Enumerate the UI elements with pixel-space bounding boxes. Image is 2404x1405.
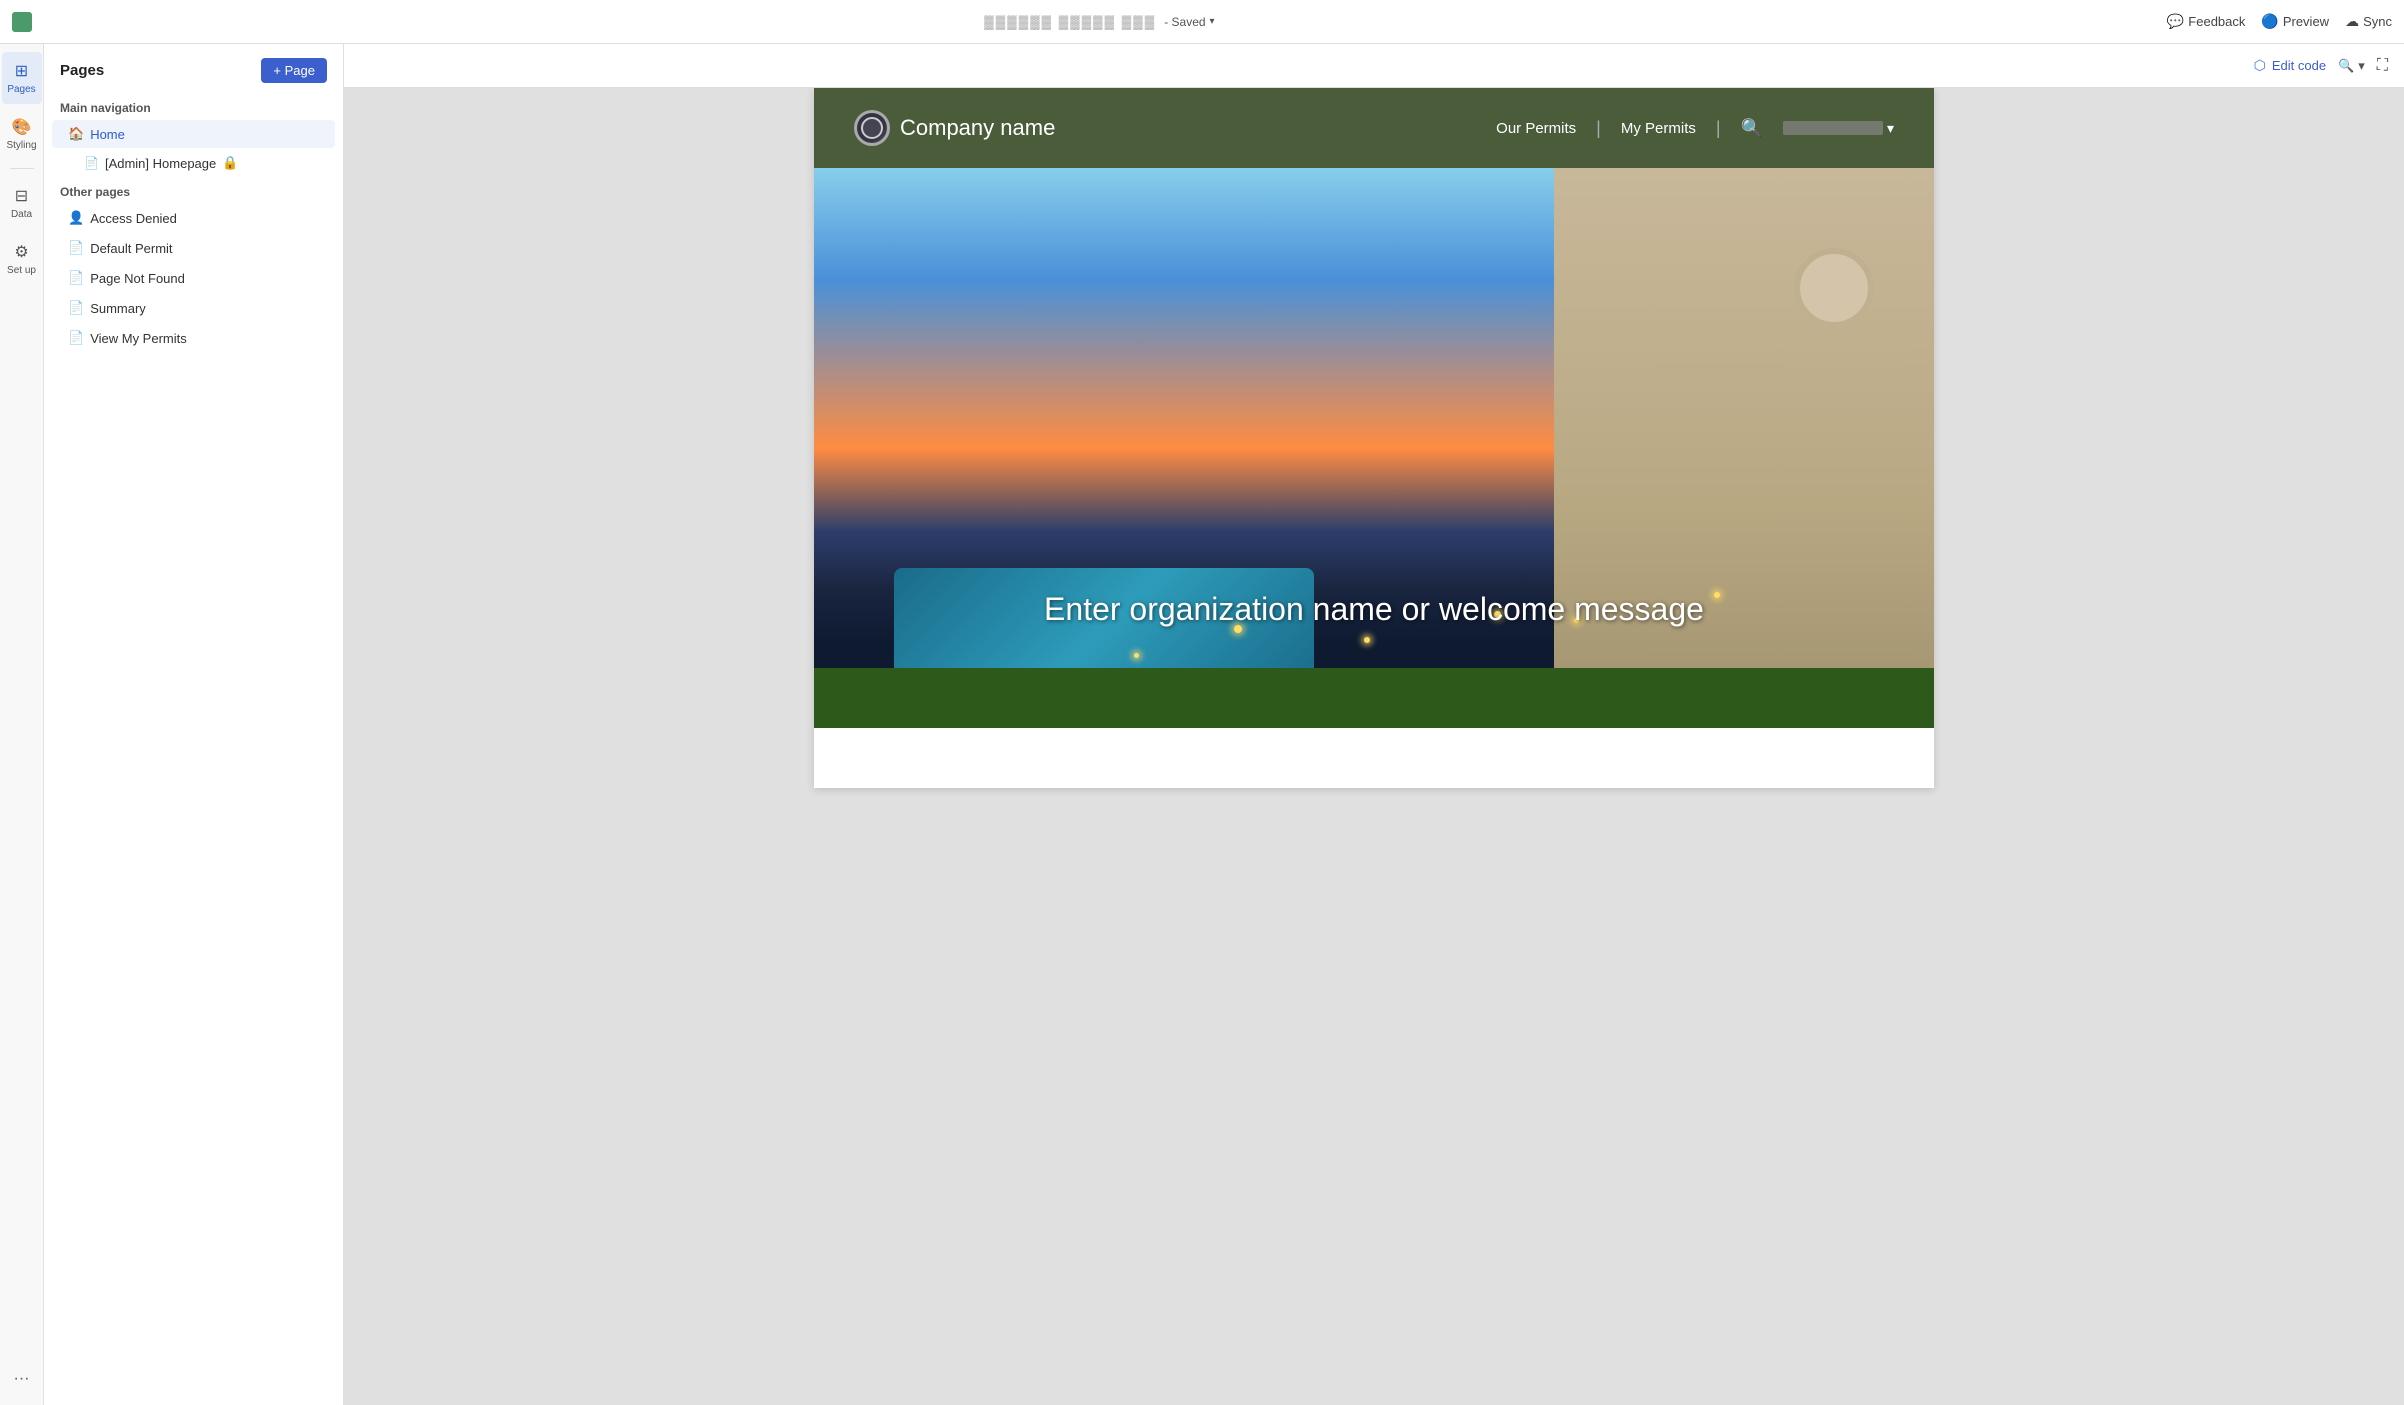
icon-rail: ⊞ Pages 🎨 Styling ⊟ Data ⚙ Set up ··· bbox=[0, 44, 44, 1405]
top-bar-center: ▓▓▓▓▓▓ ▓▓▓▓▓ ▓▓▓ - Saved ▾ bbox=[984, 14, 1214, 29]
default-permit-label: Default Permit bbox=[90, 241, 319, 256]
zoom-controls[interactable]: 🔍 ▾ bbox=[2338, 58, 2365, 74]
site-nav: Our Permits | My Permits | 🔍 ▾ bbox=[1075, 118, 1894, 139]
main-layout: ⊞ Pages 🎨 Styling ⊟ Data ⚙ Set up ··· Pa… bbox=[0, 44, 2404, 1405]
app-icon bbox=[12, 12, 32, 32]
sidebar-header: Pages + Page bbox=[44, 44, 343, 93]
sidebar-item-admin-homepage[interactable]: 📄 [Admin] Homepage 🔒 bbox=[52, 150, 335, 176]
sidebar-item-pages[interactable]: ⊞ Pages bbox=[2, 52, 42, 104]
setup-label: Set up bbox=[7, 265, 36, 276]
pages-icon: ⊞ bbox=[15, 61, 28, 81]
sidebar-item-setup[interactable]: ⚙ Set up bbox=[2, 233, 42, 285]
sidebar-title: Pages bbox=[60, 62, 104, 79]
title-blurred: ▓▓▓▓▓▓ ▓▓▓▓▓ ▓▓▓ bbox=[984, 14, 1156, 29]
sidebar: Pages + Page Main navigation 🏠 Home ··· … bbox=[44, 44, 344, 1405]
zoom-chevron-icon: ▾ bbox=[2358, 58, 2365, 74]
hero-text: Enter organization name or welcome messa… bbox=[814, 591, 1934, 628]
sidebar-item-access-denied[interactable]: 👤 Access Denied bbox=[52, 204, 335, 232]
sync-label: Sync bbox=[2363, 14, 2392, 29]
top-bar: ▓▓▓▓▓▓ ▓▓▓▓▓ ▓▓▓ - Saved ▾ 💬 Feedback 🔵 … bbox=[0, 0, 2404, 44]
sidebar-item-page-not-found[interactable]: 📄 Page Not Found bbox=[52, 264, 335, 292]
content-area: ⬡ Edit code 🔍 ▾ ⛶ Company name bbox=[344, 44, 2404, 1405]
vscode-icon: ⬡ bbox=[2254, 57, 2266, 74]
zoom-icon: 🔍 bbox=[2338, 58, 2354, 74]
nav-divider-2: | bbox=[1716, 118, 1721, 139]
light-dot-2 bbox=[1364, 637, 1370, 643]
page-icon-permit: 📄 bbox=[68, 240, 84, 256]
summary-label: Summary bbox=[90, 301, 319, 316]
garden-area bbox=[814, 668, 1934, 728]
sidebar-item-summary[interactable]: 📄 Summary bbox=[52, 294, 335, 322]
page-not-found-label: Page Not Found bbox=[90, 271, 319, 286]
preview-button[interactable]: 🔵 Preview bbox=[2261, 13, 2329, 30]
top-bar-left bbox=[12, 12, 32, 32]
feedback-icon: 💬 bbox=[2167, 13, 2184, 30]
building-image bbox=[1554, 168, 1934, 728]
site-preview: Company name Our Permits | My Permits | … bbox=[814, 88, 1934, 788]
preview-label: Preview bbox=[2283, 14, 2329, 29]
home-label: Home bbox=[90, 127, 299, 142]
edit-code-button[interactable]: ⬡ Edit code bbox=[2254, 57, 2326, 74]
site-logo: Company name bbox=[854, 110, 1055, 146]
user-icon: 👤 bbox=[68, 210, 84, 226]
admin-homepage-label: [Admin] Homepage bbox=[105, 156, 216, 171]
sidebar-item-home[interactable]: 🏠 Home ··· bbox=[52, 120, 335, 148]
light-dot-4 bbox=[1134, 653, 1139, 658]
data-label: Data bbox=[11, 209, 32, 220]
sync-button[interactable]: ☁ Sync bbox=[2345, 13, 2392, 30]
nav-divider: | bbox=[1596, 118, 1601, 139]
page-icon-summary: 📄 bbox=[68, 300, 84, 316]
logo-circle-inner bbox=[861, 117, 883, 139]
search-icon[interactable]: 🔍 bbox=[1741, 118, 1763, 139]
expand-button[interactable]: ⛶ bbox=[2377, 57, 2388, 75]
feedback-label: Feedback bbox=[2188, 14, 2245, 29]
pages-label: Pages bbox=[7, 84, 35, 95]
user-chevron-icon: ▾ bbox=[1887, 120, 1894, 137]
setup-icon: ⚙ bbox=[14, 242, 28, 262]
hero-section: Enter organization name or welcome messa… bbox=[814, 168, 1934, 728]
main-nav-label: Main navigation bbox=[44, 93, 343, 119]
data-icon: ⊟ bbox=[15, 186, 28, 206]
nav-my-permits[interactable]: My Permits bbox=[1621, 120, 1696, 137]
site-header: Company name Our Permits | My Permits | … bbox=[814, 88, 1934, 168]
editor-toolbar: ⬡ Edit code 🔍 ▾ ⛶ bbox=[344, 44, 2404, 88]
user-menu-button[interactable]: ▾ bbox=[1783, 120, 1894, 137]
styling-label-text: Styling bbox=[6, 140, 36, 151]
preview-icon: 🔵 bbox=[2261, 13, 2278, 30]
sidebar-item-more[interactable]: ··· bbox=[2, 1353, 42, 1405]
user-name-blurred bbox=[1783, 121, 1883, 135]
page-icon-notfound: 📄 bbox=[68, 270, 84, 286]
other-pages-label: Other pages bbox=[44, 177, 343, 203]
sidebar-item-default-permit[interactable]: 📄 Default Permit bbox=[52, 234, 335, 262]
add-page-button[interactable]: + Page bbox=[261, 58, 327, 83]
dropdown-chevron-icon[interactable]: ▾ bbox=[1210, 16, 1215, 27]
page-icon: 📄 bbox=[84, 156, 99, 170]
page-icon-permits: 📄 bbox=[68, 330, 84, 346]
sync-icon: ☁ bbox=[2345, 13, 2359, 30]
building-window bbox=[1794, 248, 1874, 328]
feedback-button[interactable]: 💬 Feedback bbox=[2167, 13, 2246, 30]
rail-divider bbox=[10, 168, 34, 169]
saved-badge: - Saved ▾ bbox=[1164, 15, 1214, 29]
preview-canvas: Company name Our Permits | My Permits | … bbox=[344, 88, 2404, 1405]
nav-our-permits[interactable]: Our Permits bbox=[1496, 120, 1576, 137]
styling-icon: 🎨 bbox=[12, 117, 32, 137]
home-icon: 🏠 bbox=[68, 126, 84, 142]
sidebar-item-view-my-permits[interactable]: 📄 View My Permits bbox=[52, 324, 335, 352]
view-my-permits-label: View My Permits bbox=[90, 331, 319, 346]
more-icon: ··· bbox=[14, 1370, 30, 1388]
company-name: Company name bbox=[900, 115, 1055, 141]
access-denied-label: Access Denied bbox=[90, 211, 319, 226]
lock-icon: 🔒 bbox=[222, 155, 238, 171]
saved-label: - Saved bbox=[1164, 15, 1205, 29]
edit-code-label: Edit code bbox=[2272, 58, 2326, 73]
logo-icon bbox=[854, 110, 890, 146]
top-bar-right: 💬 Feedback 🔵 Preview ☁ Sync bbox=[2167, 13, 2392, 30]
sidebar-item-styling[interactable]: 🎨 Styling bbox=[2, 108, 42, 160]
sidebar-item-data[interactable]: ⊟ Data bbox=[2, 177, 42, 229]
